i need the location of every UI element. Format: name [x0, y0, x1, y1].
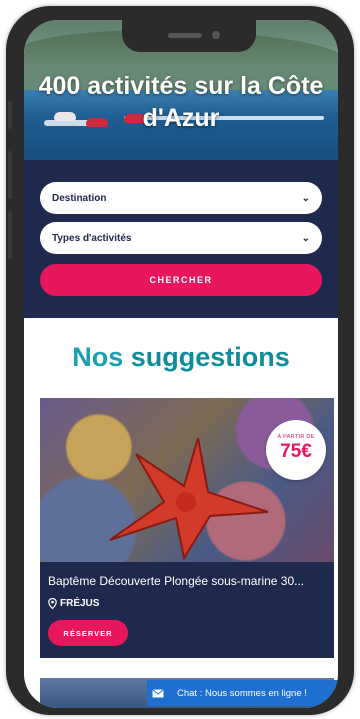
- activity-card-location: FRÉJUS: [48, 598, 99, 609]
- phone-screen: 400 activités sur la Côte d'Azur Destina…: [24, 20, 338, 708]
- destination-select[interactable]: Destination ⌄: [40, 182, 322, 214]
- hero-title: 400 activités sur la Côte d'Azur: [38, 72, 324, 132]
- suggestions-heading-light: Nos: [72, 342, 131, 372]
- price-prefix: À PARTIR DE: [277, 434, 315, 440]
- destination-select-label: Destination: [52, 192, 107, 204]
- activity-card-image: À PARTIR DE 75€: [40, 398, 334, 562]
- activity-types-select-label: Types d'activités: [52, 232, 132, 244]
- search-panel: Destination ⌄ Types d'activités ⌄ CHERCH…: [24, 160, 338, 318]
- chat-widget[interactable]: Chat : Nous sommes en ligne !: [147, 680, 338, 706]
- envelope-icon: [147, 680, 169, 706]
- activity-card-location-label: FRÉJUS: [60, 598, 100, 609]
- activity-types-select[interactable]: Types d'activités ⌄: [40, 222, 322, 254]
- chat-label: Chat : Nous sommes en ligne !: [177, 687, 307, 699]
- price-badge: À PARTIR DE 75€: [266, 420, 326, 480]
- price-amount: 75€: [280, 441, 312, 462]
- activity-card[interactable]: À PARTIR DE 75€ Baptême Découverte Plong…: [40, 398, 334, 658]
- chevron-down-icon: ⌄: [301, 232, 310, 244]
- phone-volume-up-button: [8, 151, 12, 199]
- phone-volume-down-button: [8, 211, 12, 259]
- starfish-illustration: [109, 437, 269, 560]
- camera-icon: [212, 31, 220, 39]
- location-pin-icon: [48, 598, 57, 609]
- suggestions-heading-bold: suggestions: [130, 342, 290, 372]
- activity-card-title[interactable]: Baptême Découverte Plongée sous-marine 3…: [48, 574, 328, 588]
- speaker-icon: [168, 33, 202, 38]
- book-button[interactable]: RÉSERVER: [48, 620, 128, 646]
- phone-notch: [122, 20, 256, 52]
- phone-mute-switch: [8, 101, 12, 129]
- chevron-down-icon: ⌄: [301, 192, 310, 204]
- suggestions-heading: Nos suggestions: [24, 342, 338, 373]
- search-button[interactable]: CHERCHER: [40, 264, 322, 296]
